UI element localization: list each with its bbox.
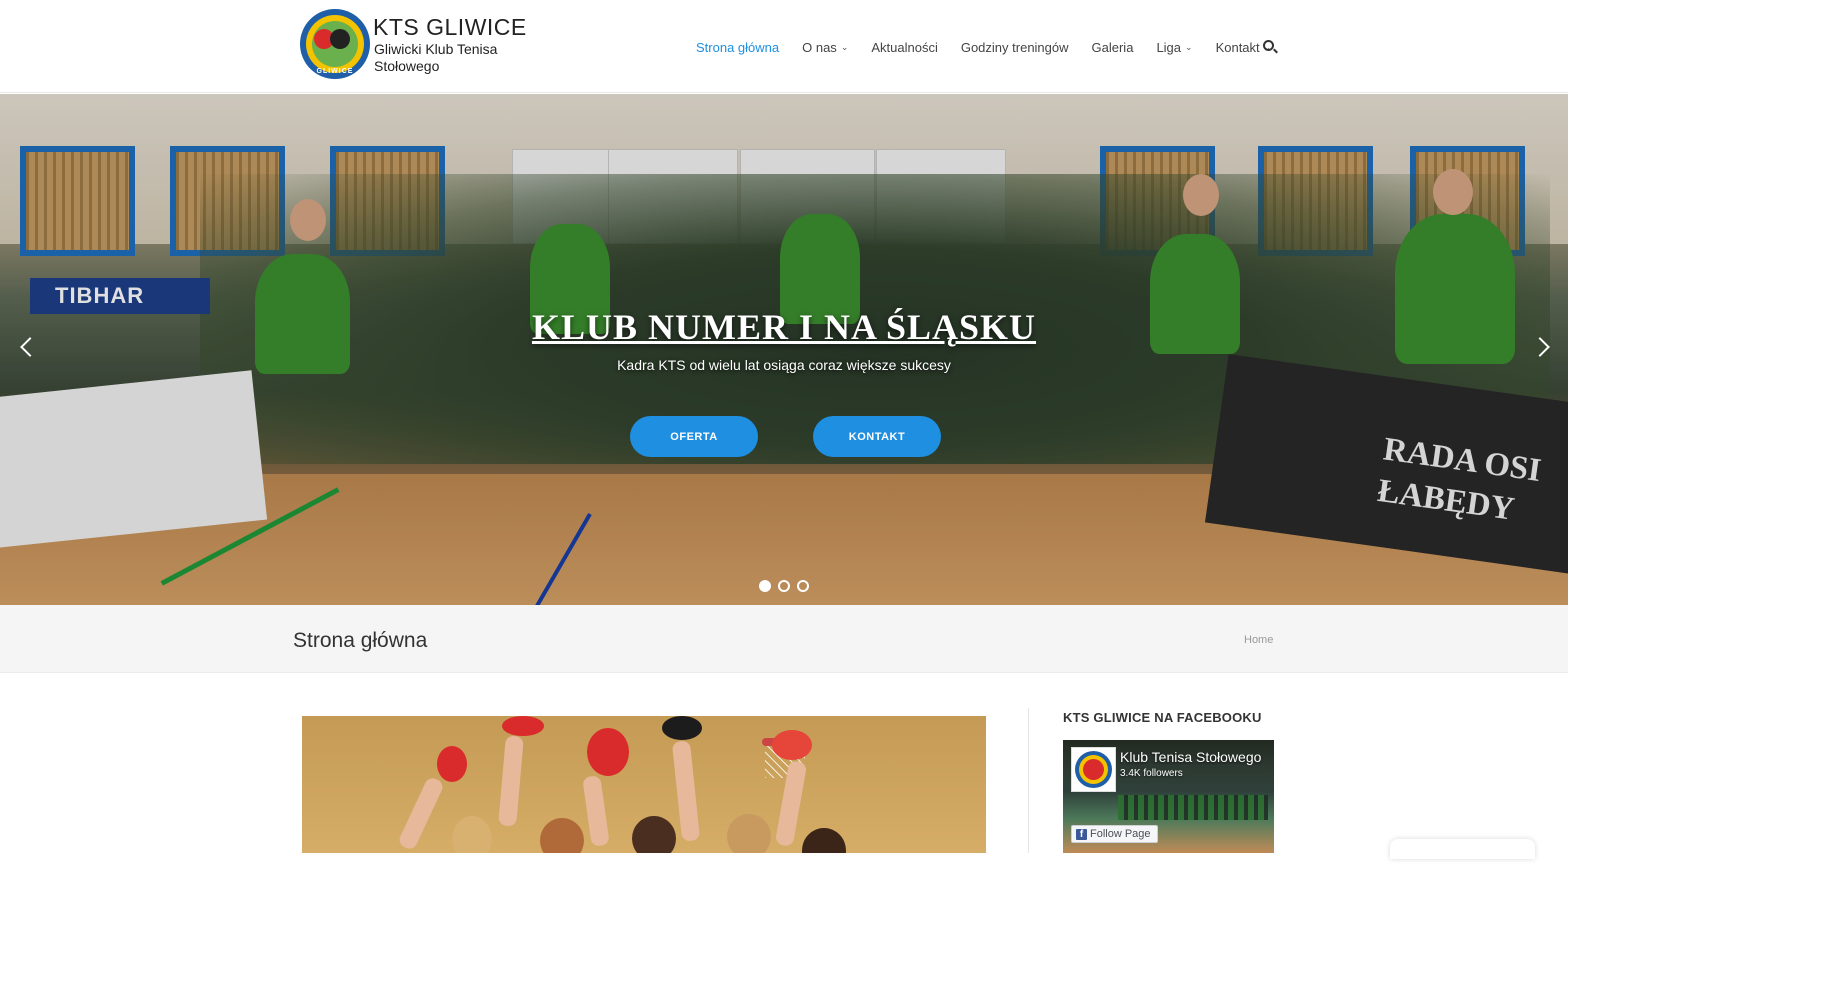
facebook-page-widget[interactable]: Klub Tenisa Stołowego 3.4K followers f F… <box>1063 740 1274 853</box>
slider-dot[interactable] <box>759 580 771 592</box>
offer-button[interactable]: OFERTA <box>630 416 758 457</box>
floating-widget[interactable] <box>1390 839 1535 859</box>
paddle-icon <box>772 730 812 760</box>
facebook-icon: f <box>1076 828 1087 840</box>
nav-label: Godziny treningów <box>960 39 1069 55</box>
nav-item-about[interactable]: O nas ⌄ <box>802 40 848 55</box>
sidebar-divider <box>1028 708 1029 853</box>
fb-avatar-ring <box>1083 759 1104 780</box>
chevron-down-icon: ⌄ <box>840 41 849 52</box>
paddle-icon <box>662 716 702 740</box>
hero-slider: TIBHAR RADA OSI ŁABĘDY KLUB NUMER I NA Ś… <box>0 94 1568 605</box>
search-icon[interactable] <box>1263 40 1274 51</box>
fb-cover-photo <box>1118 795 1268 820</box>
breadcrumb[interactable]: Home <box>1244 634 1273 646</box>
nav-label: Galeria <box>1091 39 1134 55</box>
main-nav: Strona główna O nas ⌄ Aktualności Godziny… <box>696 38 1294 56</box>
site-subtitle: Gliwicki Klub Tenisa Stołowego <box>374 41 498 74</box>
nav-item-league[interactable]: Liga ⌄ <box>1156 40 1192 55</box>
logo-text: GLIWICE <box>316 68 354 75</box>
slider-dot[interactable] <box>797 580 809 592</box>
nav-item-gallery[interactable]: Galeria <box>1092 40 1134 55</box>
fb-follow-label: Follow Page <box>1090 828 1151 840</box>
page-title-bar: Strona główna Home <box>0 605 1568 673</box>
nav-label: Liga <box>1156 39 1182 55</box>
featured-image[interactable] <box>302 716 986 853</box>
fb-page-avatar[interactable] <box>1071 747 1116 792</box>
nav-label: Kontakt <box>1215 39 1260 55</box>
nav-item-news[interactable]: Aktualności <box>871 40 937 55</box>
hero-overlay <box>0 94 1568 605</box>
nav-item-home[interactable]: Strona główna <box>696 40 779 55</box>
chevron-down-icon: ⌄ <box>1185 41 1193 52</box>
club-logo[interactable]: GLIWICE <box>300 9 370 79</box>
girl-head <box>540 818 584 853</box>
hero-title: KLUB NUMER I NA ŚLĄSKU <box>531 307 1037 347</box>
paddle-icon <box>587 728 629 776</box>
contact-button[interactable]: KONTAKT <box>813 416 941 457</box>
site-title[interactable]: KTS GLIWICE <box>373 14 527 41</box>
fb-follow-button[interactable]: f Follow Page <box>1071 825 1158 843</box>
slider-dots <box>759 580 816 592</box>
raised-arm <box>582 775 610 847</box>
girl-head <box>802 828 846 853</box>
raised-arm <box>396 775 446 852</box>
page-title: Strona główna <box>293 629 428 652</box>
site-header: GLIWICE KTS GLIWICE Gliwicki Klub Tenisa… <box>0 0 1568 93</box>
girl-head <box>632 816 676 853</box>
nav-label: Aktualności <box>871 39 938 55</box>
girl-head <box>452 816 492 853</box>
paddle-icon <box>502 716 544 736</box>
girl-head <box>727 814 771 853</box>
paddle-icon <box>437 746 467 782</box>
raised-arm <box>671 740 701 842</box>
nav-label: Strona główna <box>696 39 780 55</box>
fb-followers: 3.4K followers <box>1120 768 1183 779</box>
nav-item-training-hours[interactable]: Godziny treningów <box>961 40 1069 55</box>
slider-dot[interactable] <box>778 580 790 592</box>
facebook-widget-title: KTS GLIWICE NA FACEBOOKU <box>1063 710 1262 725</box>
nav-label: O nas <box>802 39 837 55</box>
raised-arm <box>498 735 524 827</box>
black-paddle-icon <box>330 29 350 49</box>
hero-subtitle: Kadra KTS od wielu lat osiąga coraz więk… <box>617 357 951 373</box>
fb-page-name[interactable]: Klub Tenisa Stołowego <box>1120 749 1270 765</box>
